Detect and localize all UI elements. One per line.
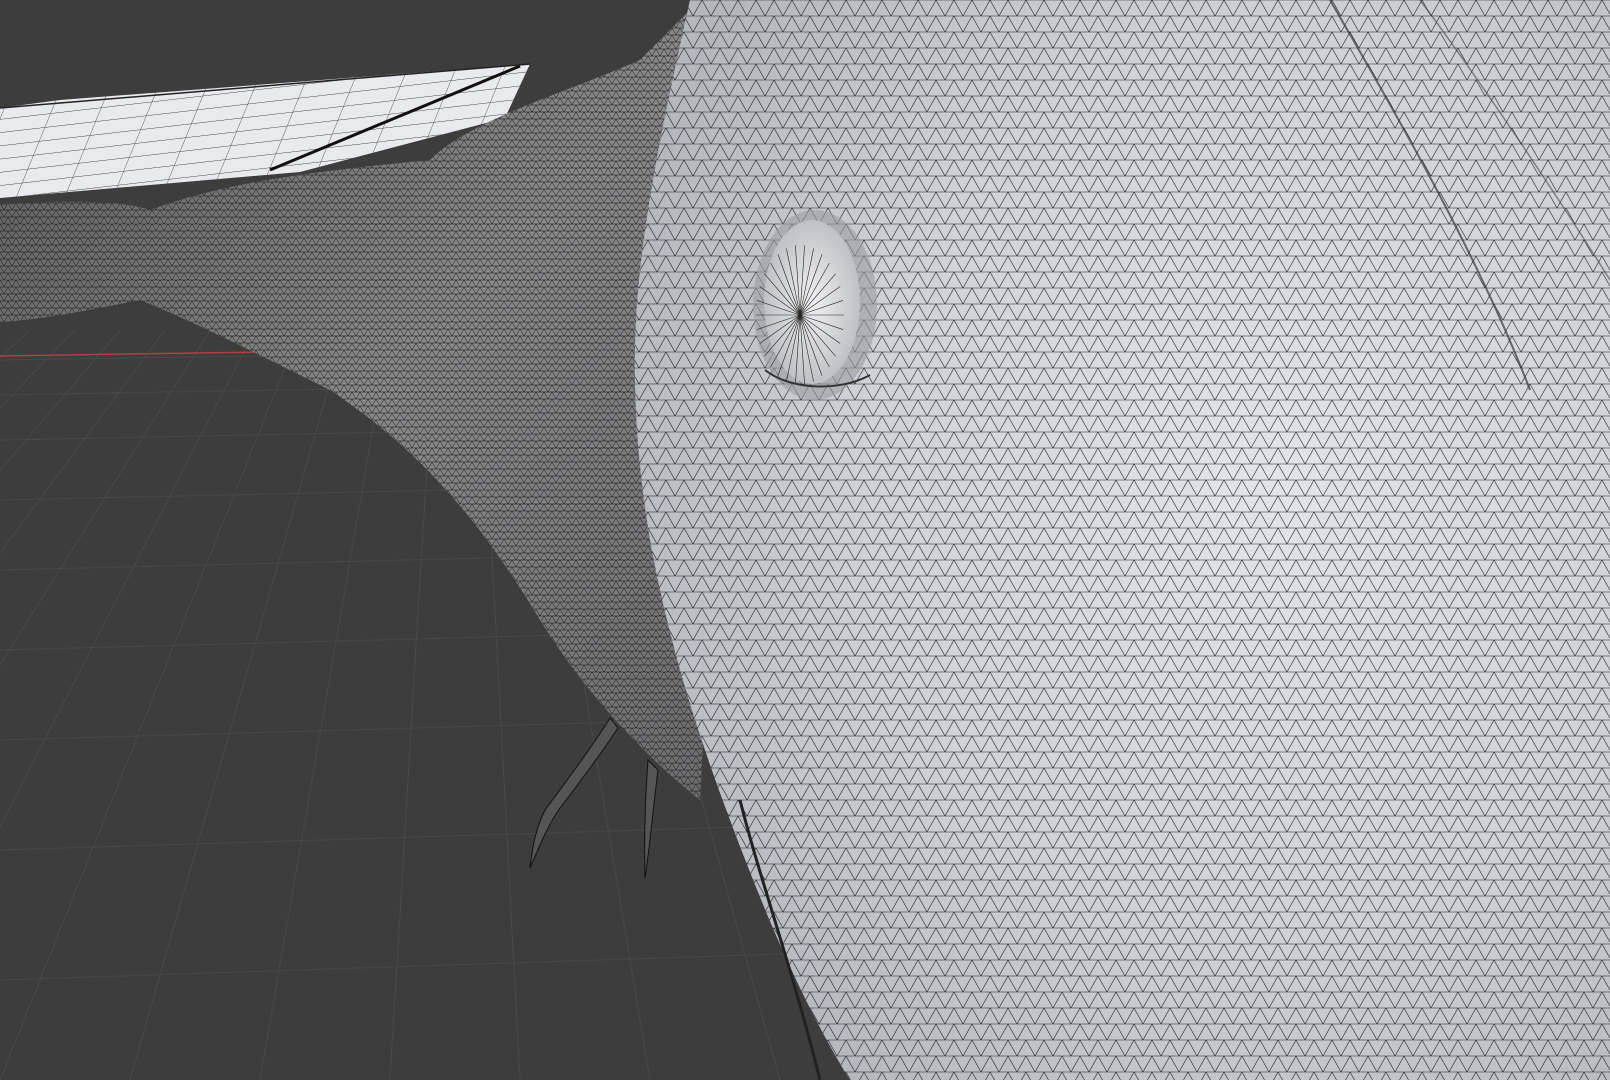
grid-line <box>0 949 901 981</box>
grid-line <box>0 329 31 359</box>
grid-line <box>0 329 121 472</box>
body-mesh[interactable] <box>634 0 1610 1080</box>
3d-viewport[interactable] <box>0 0 1610 1080</box>
grid-line <box>0 329 301 1080</box>
eye-mesh[interactable] <box>753 210 877 400</box>
viewport-canvas[interactable] <box>0 0 1610 1080</box>
grid-line <box>0 329 256 828</box>
x-axis-line <box>0 351 261 357</box>
grid-line <box>0 329 166 554</box>
grid-line <box>0 329 76 409</box>
grid-line <box>129 329 346 1080</box>
grid-line <box>0 329 211 667</box>
